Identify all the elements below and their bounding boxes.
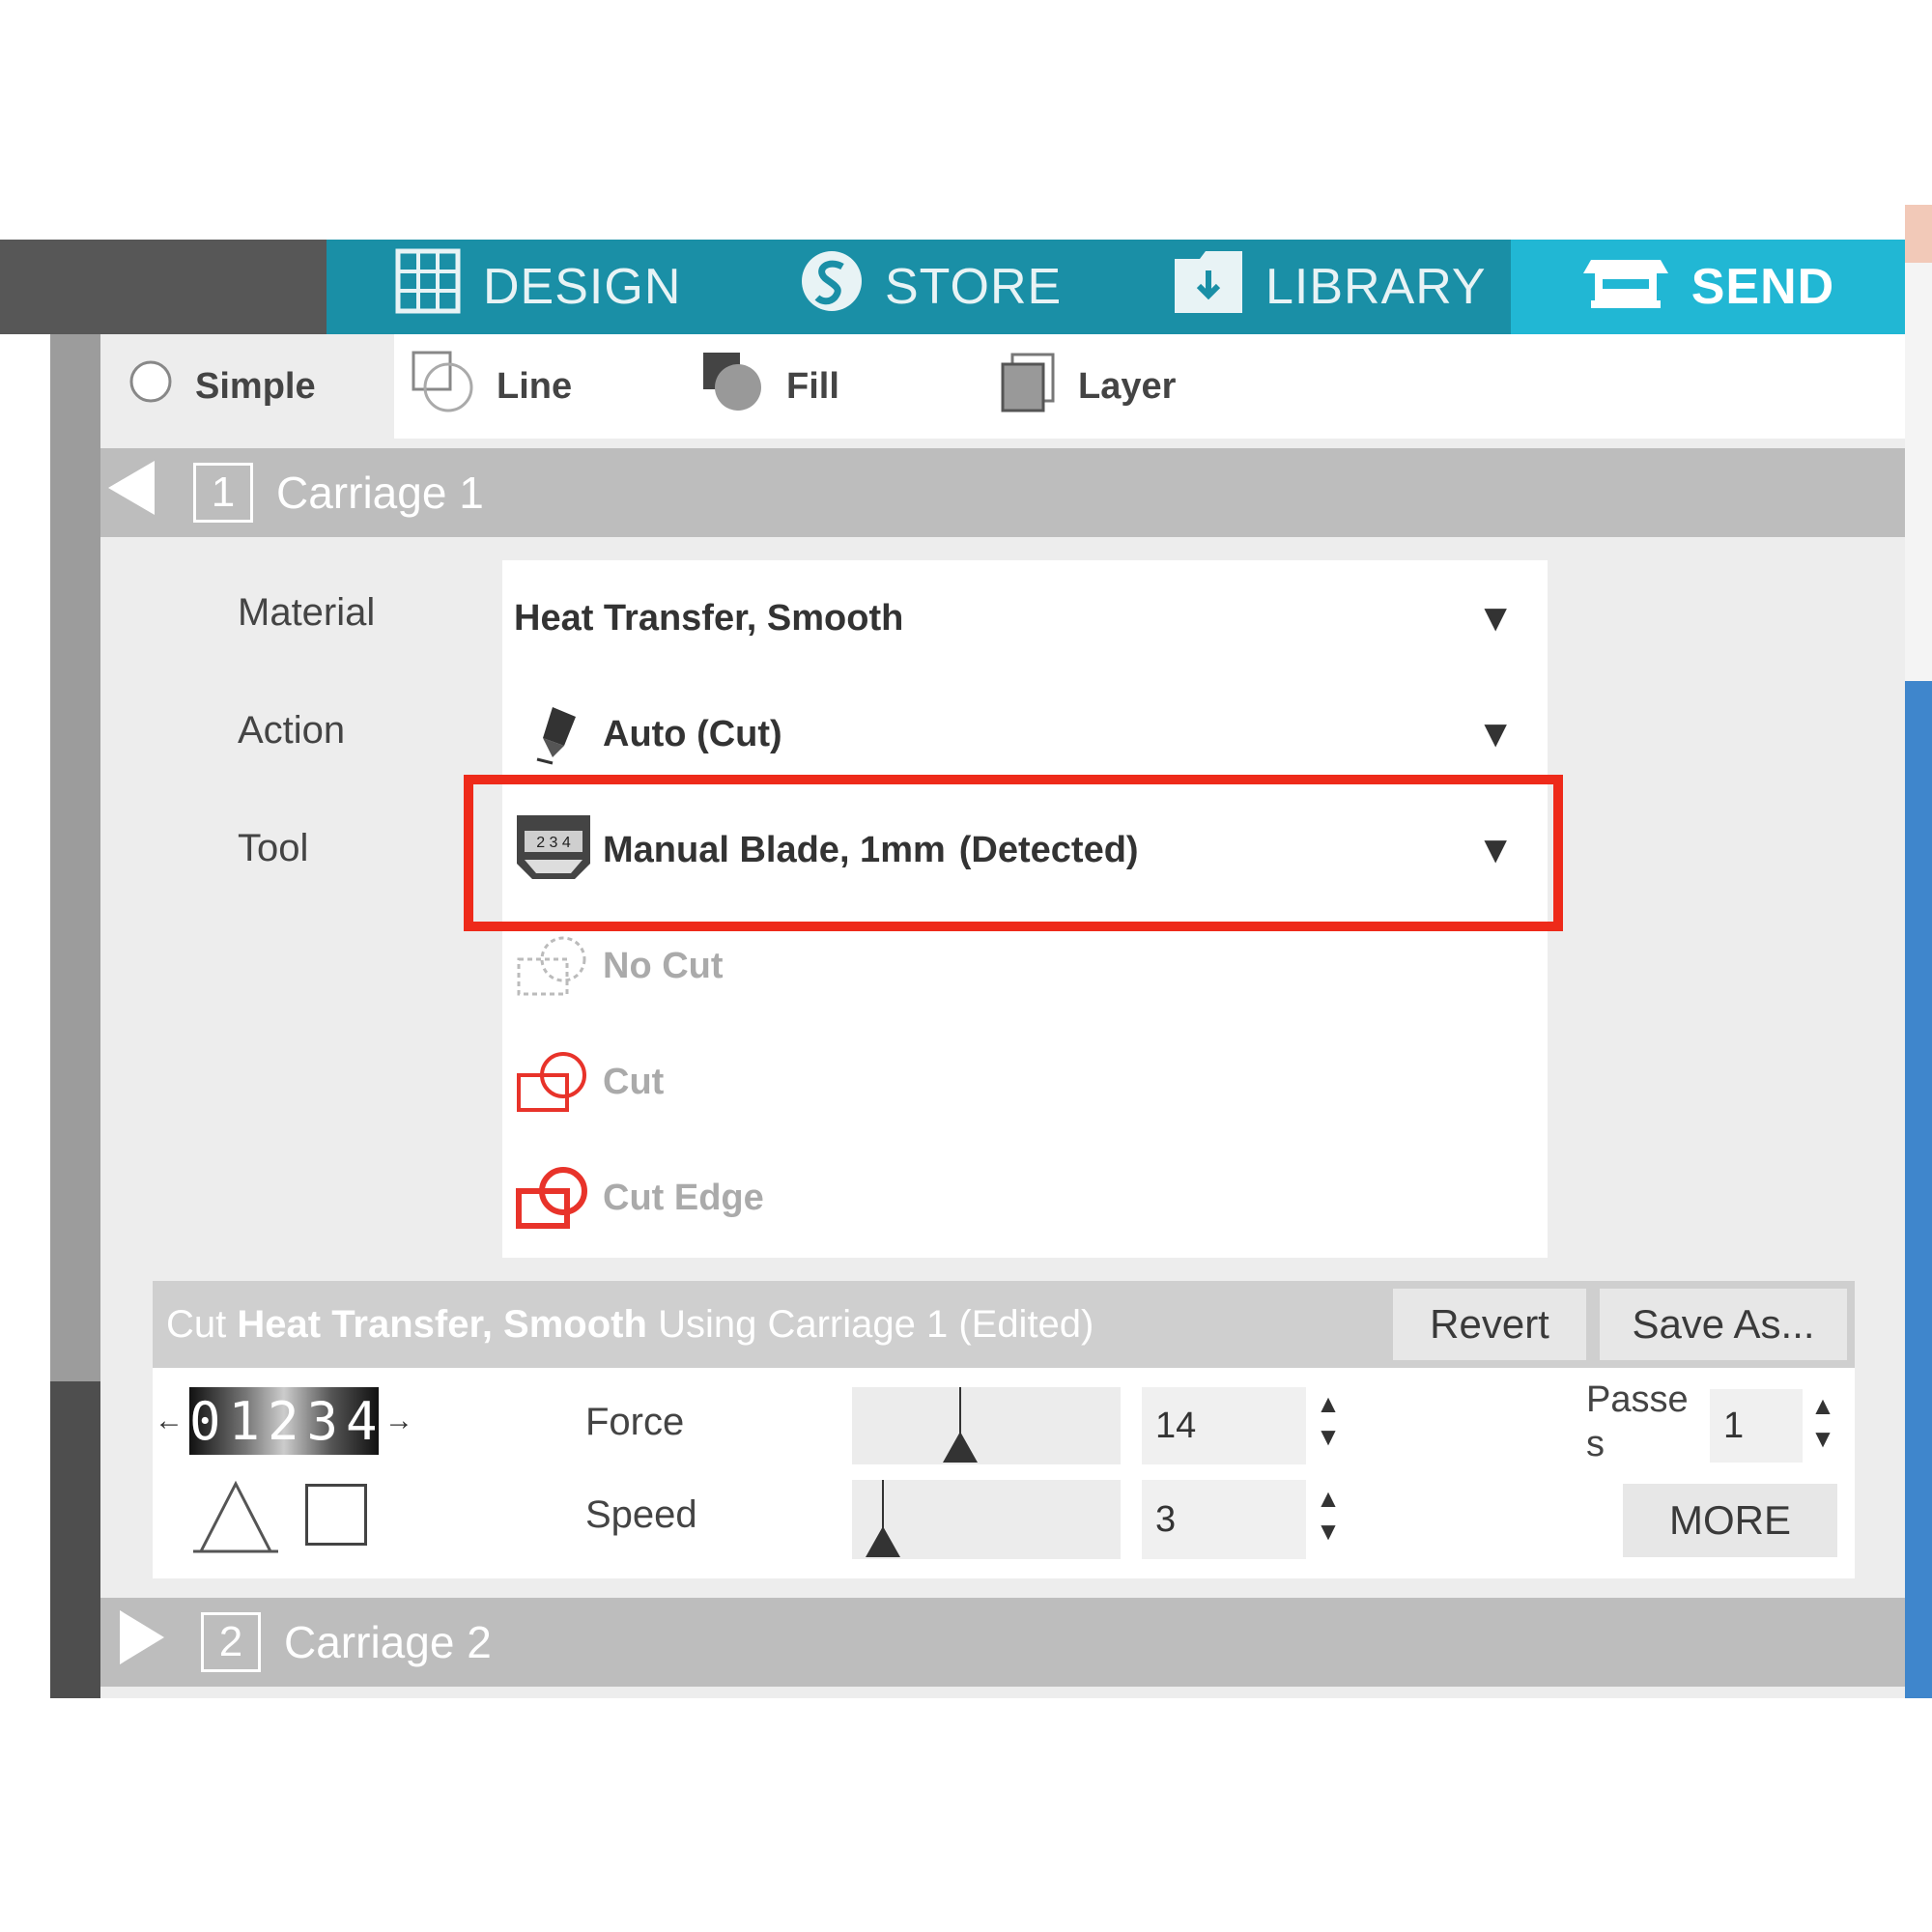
- speed-label: Speed: [585, 1493, 697, 1536]
- force-input[interactable]: 14: [1142, 1387, 1306, 1464]
- right-edge-peach: [1905, 205, 1932, 263]
- option-cut[interactable]: Cut: [502, 1024, 1548, 1140]
- chevron-down-icon[interactable]: ▼: [1476, 713, 1515, 756]
- passes-label-line2: s: [1586, 1424, 1605, 1464]
- store-s-icon: [800, 249, 864, 326]
- stepper-down-icon[interactable]: ▼: [1808, 1422, 1837, 1455]
- mode-line-label: Line: [497, 365, 573, 407]
- carriage-1-title: Carriage 1: [276, 468, 484, 518]
- stepper-up-icon[interactable]: ▲: [1314, 1387, 1343, 1420]
- arrow-right-icon[interactable]: →: [384, 1405, 413, 1437]
- tab-design-label: DESIGN: [483, 259, 682, 315]
- tab-send[interactable]: SEND: [1511, 240, 1905, 334]
- carriage-2-header[interactable]: 2 Carriage 2: [100, 1598, 1905, 1687]
- cut-icon: [510, 1050, 597, 1114]
- mode-simple[interactable]: Simple: [128, 334, 316, 439]
- square-tool-icon[interactable]: [305, 1484, 367, 1546]
- mode-simple-label: Simple: [195, 365, 316, 407]
- action-label: Action: [238, 709, 346, 752]
- speed-slider[interactable]: [852, 1480, 1121, 1559]
- save-as-button[interactable]: Save As...: [1600, 1289, 1847, 1360]
- cut-settings-summary: Cut Heat Transfer, Smooth Using Carriage…: [166, 1281, 1094, 1368]
- summary-prefix: Cut: [166, 1302, 227, 1346]
- carriage-1-header[interactable]: 1 Carriage 1: [100, 448, 1905, 537]
- force-stepper[interactable]: ▲ ▼: [1314, 1387, 1343, 1453]
- option-no-cut-label: No Cut: [603, 945, 724, 986]
- tab-design[interactable]: DESIGN: [394, 240, 681, 334]
- line-mode-icon: [410, 349, 475, 424]
- force-slider[interactable]: [852, 1387, 1121, 1464]
- passes-label: Passe s: [1586, 1378, 1689, 1466]
- summary-material: Heat Transfer, Smooth: [237, 1302, 647, 1346]
- material-label: Material: [238, 591, 376, 634]
- cut-edge-icon: [510, 1166, 597, 1230]
- speed-input[interactable]: 3: [1142, 1480, 1306, 1559]
- revert-button[interactable]: Revert: [1393, 1289, 1586, 1360]
- carriage-2-title: Carriage 2: [284, 1617, 492, 1667]
- force-slider-thumb[interactable]: [941, 1387, 980, 1464]
- tool-label: Tool: [238, 827, 309, 869]
- layer-mode-icon: [999, 351, 1057, 422]
- stepper-up-icon[interactable]: ▲: [1314, 1482, 1343, 1515]
- radio-icon: [128, 358, 174, 414]
- option-cut-edge-label: Cut Edge: [603, 1177, 764, 1218]
- tab-store[interactable]: STORE: [800, 240, 1062, 334]
- main-nav: DESIGN STORE LIBRARY SEND: [327, 240, 1905, 334]
- material-value: Heat Transfer, Smooth: [514, 597, 904, 639]
- carriage-1-number: 1: [193, 463, 253, 523]
- cutter-icon: [1581, 252, 1670, 323]
- topbar-left: [0, 240, 327, 334]
- right-edge-blue: [1905, 681, 1932, 1698]
- tab-store-label: STORE: [885, 259, 1063, 315]
- carriage-2-number: 2: [201, 1612, 261, 1672]
- stepper-down-icon[interactable]: ▼: [1314, 1515, 1343, 1548]
- speed-slider-thumb[interactable]: [864, 1480, 902, 1559]
- collapse-arrow-icon[interactable]: [106, 459, 158, 527]
- mode-fill[interactable]: Fill: [699, 334, 839, 439]
- arrow-left-icon[interactable]: ←: [155, 1405, 184, 1437]
- cut-settings-panel: ← 01234 → Force 14 ▲ ▼ Speed 3 ▲ ▼ Passe…: [153, 1368, 1855, 1578]
- blade-depth-indicator: 01234: [189, 1387, 379, 1455]
- more-button[interactable]: MORE: [1623, 1484, 1837, 1557]
- download-icon: [1173, 247, 1244, 327]
- passes-stepper[interactable]: ▲ ▼: [1808, 1389, 1837, 1455]
- mode-line[interactable]: Line: [410, 334, 572, 439]
- option-cut-edge[interactable]: Cut Edge: [502, 1140, 1548, 1256]
- left-rail-dark: [50, 1381, 100, 1698]
- mode-layer-label: Layer: [1078, 365, 1177, 407]
- mode-fill-label: Fill: [786, 365, 839, 407]
- speed-stepper[interactable]: ▲ ▼: [1314, 1482, 1343, 1548]
- triangle-tool-icon[interactable]: [193, 1480, 278, 1562]
- stepper-down-icon[interactable]: ▼: [1314, 1420, 1343, 1453]
- grid-icon: [394, 247, 462, 327]
- tab-library-label: LIBRARY: [1265, 259, 1487, 315]
- fill-mode-icon: [699, 349, 765, 424]
- passes-label-line1: Passe: [1586, 1379, 1689, 1420]
- summary-suffix: Using Carriage 1 (Edited): [658, 1302, 1094, 1346]
- chevron-down-icon[interactable]: ▼: [1476, 597, 1515, 640]
- action-value: Auto (Cut): [603, 713, 782, 754]
- force-label: Force: [585, 1401, 685, 1443]
- expand-arrow-icon[interactable]: [116, 1608, 166, 1677]
- mode-layer[interactable]: Layer: [999, 334, 1176, 439]
- tool-highlight-box: [464, 775, 1563, 931]
- blade-pen-icon: [510, 703, 597, 765]
- mode-tabs: Line Fill Layer: [394, 334, 1905, 439]
- stepper-up-icon[interactable]: ▲: [1808, 1389, 1837, 1422]
- tab-library[interactable]: LIBRARY: [1173, 240, 1487, 334]
- passes-input[interactable]: 1: [1710, 1389, 1803, 1463]
- option-cut-label: Cut: [603, 1061, 665, 1102]
- no-cut-icon: [510, 934, 597, 998]
- tab-send-label: SEND: [1690, 259, 1835, 315]
- material-select[interactable]: Heat Transfer, Smooth ▼: [502, 560, 1548, 676]
